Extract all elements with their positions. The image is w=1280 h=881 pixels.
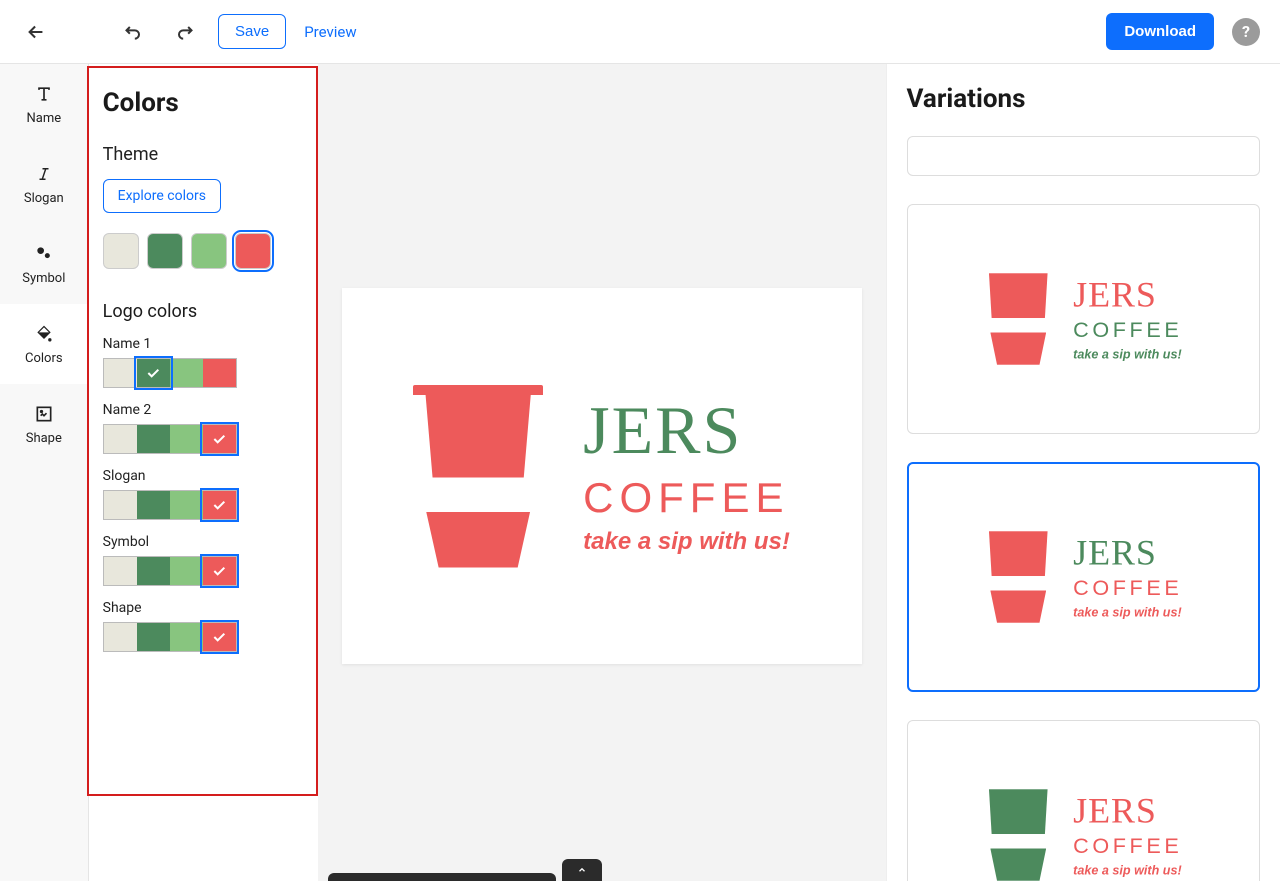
variation-card[interactable]: JERS COFFEE take a sip with us!	[907, 462, 1260, 692]
color-swatch[interactable]	[104, 491, 137, 519]
help-button[interactable]: ?	[1232, 18, 1260, 46]
color-swatch[interactable]	[170, 557, 203, 585]
variation-symbol	[985, 531, 1052, 623]
variation-name2: COFFEE	[1073, 318, 1182, 343]
variation-card[interactable]: JERS COFFEE take a sip with us!	[907, 720, 1260, 881]
colors-panel: Colors Theme Explore colors Logo colors …	[87, 66, 318, 796]
check-icon	[137, 359, 170, 387]
color-group-label: Symbol	[103, 534, 302, 550]
nav-colors[interactable]: Colors	[0, 304, 88, 384]
color-swatch[interactable]	[137, 623, 170, 651]
color-swatch[interactable]	[203, 623, 236, 651]
topbar: Save Preview Download ?	[0, 0, 1280, 64]
theme-swatches	[103, 233, 302, 269]
variation-name1: JERS	[1073, 793, 1182, 829]
color-swatch[interactable]	[203, 491, 236, 519]
color-row	[103, 622, 237, 652]
bottom-bar	[328, 873, 556, 881]
logo-preview: JERS COFFEE take a sip with us!	[342, 288, 862, 664]
theme-swatch[interactable]	[103, 233, 139, 269]
logo-name2: COFFEE	[583, 474, 789, 522]
color-group-label: Shape	[103, 600, 302, 616]
nav-label: Name	[26, 111, 61, 126]
color-swatch[interactable]	[203, 557, 236, 585]
nav-label: Shape	[26, 431, 62, 446]
shapes-icon	[33, 243, 55, 265]
paint-icon	[33, 323, 55, 345]
expand-tab[interactable]	[562, 859, 602, 881]
variations-panel: Variations JERS COFFEE take a sip with u…	[886, 64, 1280, 881]
color-swatch[interactable]	[170, 491, 203, 519]
variation-name2: COFFEE	[1073, 576, 1182, 601]
theme-swatch[interactable]	[191, 233, 227, 269]
text-icon	[33, 83, 55, 105]
color-row	[103, 424, 237, 454]
nav-label: Slogan	[24, 191, 64, 206]
nav-slogan[interactable]: Slogan	[0, 144, 88, 224]
explore-colors-button[interactable]: Explore colors	[103, 179, 221, 213]
variation-symbol	[985, 273, 1052, 365]
color-row	[103, 556, 237, 586]
color-swatch[interactable]	[203, 425, 236, 453]
logo-symbol	[413, 376, 543, 576]
color-swatch[interactable]	[137, 359, 170, 387]
undo-button[interactable]	[118, 16, 150, 48]
variations-title: Variations	[907, 84, 1260, 114]
variation-name2: COFFEE	[1073, 834, 1182, 859]
redo-button[interactable]	[168, 16, 200, 48]
check-icon	[203, 623, 236, 651]
variation-slogan: take a sip with us!	[1073, 605, 1182, 619]
color-swatch[interactable]	[137, 557, 170, 585]
color-swatch[interactable]	[170, 425, 203, 453]
variation-card[interactable]: JERS COFFEE take a sip with us!	[907, 204, 1260, 434]
back-button[interactable]	[20, 16, 52, 48]
color-group-label: Slogan	[103, 468, 302, 484]
check-icon	[203, 425, 236, 453]
variation-name1: JERS	[1073, 535, 1182, 571]
nav-shape[interactable]: Shape	[0, 384, 88, 464]
left-nav: Name Slogan Symbol Colors Shape	[0, 64, 89, 881]
color-swatch[interactable]	[104, 557, 137, 585]
variation-card[interactable]	[907, 136, 1260, 176]
color-row	[103, 358, 237, 388]
frame-icon	[33, 403, 55, 425]
variation-slogan: take a sip with us!	[1073, 347, 1182, 361]
color-swatch[interactable]	[137, 491, 170, 519]
color-row	[103, 490, 237, 520]
variation-name1: JERS	[1073, 277, 1182, 313]
color-group-label: Name 1	[103, 336, 302, 352]
color-swatch[interactable]	[203, 359, 236, 387]
save-button[interactable]: Save	[218, 14, 286, 49]
color-swatch[interactable]	[170, 623, 203, 651]
nav-name[interactable]: Name	[0, 64, 88, 144]
color-swatch[interactable]	[137, 425, 170, 453]
download-button[interactable]: Download	[1106, 13, 1214, 50]
logo-slogan: take a sip with us!	[583, 528, 790, 556]
color-swatch[interactable]	[104, 425, 137, 453]
panel-title: Colors	[103, 88, 302, 118]
italic-icon	[33, 163, 55, 185]
check-icon	[203, 491, 236, 519]
variation-symbol	[985, 789, 1052, 881]
preview-link[interactable]: Preview	[304, 23, 356, 41]
color-swatch[interactable]	[170, 359, 203, 387]
theme-swatch[interactable]	[147, 233, 183, 269]
color-group-label: Name 2	[103, 402, 302, 418]
theme-swatch[interactable]	[235, 233, 271, 269]
logo-name1: JERS	[583, 396, 742, 464]
theme-label: Theme	[103, 144, 302, 165]
canvas: JERS COFFEE take a sip with us!	[318, 64, 886, 881]
logo-colors-label: Logo colors	[103, 301, 302, 322]
nav-label: Colors	[25, 351, 63, 366]
variation-slogan: take a sip with us!	[1073, 863, 1182, 877]
color-swatch[interactable]	[104, 623, 137, 651]
color-swatch[interactable]	[104, 359, 137, 387]
nav-symbol[interactable]: Symbol	[0, 224, 88, 304]
nav-label: Symbol	[22, 271, 65, 286]
check-icon	[203, 557, 236, 585]
